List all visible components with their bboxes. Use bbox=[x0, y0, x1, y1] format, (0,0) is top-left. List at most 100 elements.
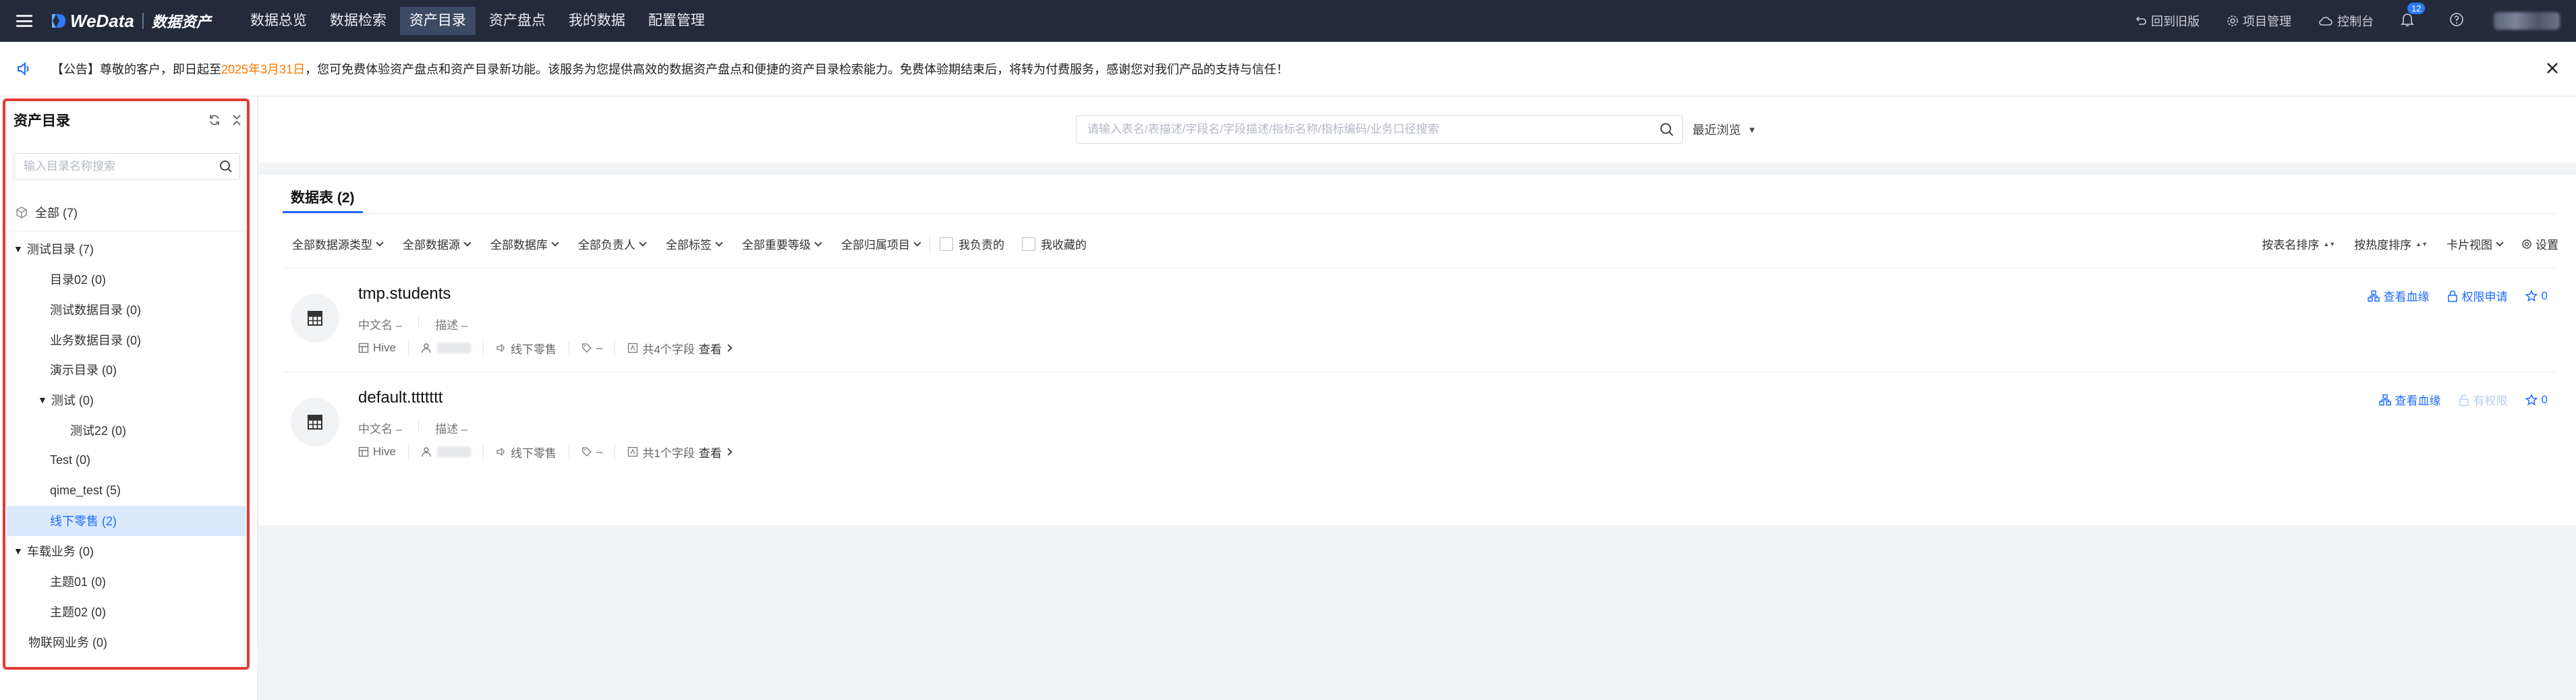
caret-down-icon[interactable]: ▼ bbox=[13, 546, 23, 556]
filter-importance[interactable]: 全部重要等级 bbox=[742, 235, 822, 252]
table-name-link[interactable]: tmp.students bbox=[358, 285, 451, 303]
tree-item-test22[interactable]: 测试22 (0) bbox=[7, 415, 247, 446]
back-to-old-version-label: 回到旧版 bbox=[2151, 15, 2200, 28]
filter-tags[interactable]: 全部标签 bbox=[666, 235, 723, 252]
view-lineage-button[interactable]: 查看血缘 bbox=[2367, 287, 2430, 304]
datasource-meta: Hive bbox=[358, 341, 409, 355]
owner-meta bbox=[421, 341, 484, 355]
checkbox-my-responsible[interactable]: 我负责的 bbox=[940, 235, 1004, 252]
announcement-suffix: ，您可免费体验资产盘点和资产目录新功能。该服务为您提供高效的数据资产盘点和便捷的… bbox=[305, 63, 1289, 76]
tree-item-qime-test[interactable]: qime_test (5) bbox=[7, 475, 247, 506]
tree-item-iot-business[interactable]: 物联网业务 (0) bbox=[7, 626, 247, 657]
field-icon bbox=[628, 446, 638, 457]
unlock-icon bbox=[2459, 394, 2469, 406]
table-card[interactable]: default.ttttttt 中文名 – 描述 – Hive 线下零售 – 共… bbox=[283, 372, 2556, 474]
caret-down-icon[interactable]: ▼ bbox=[13, 243, 23, 254]
tree-item-test[interactable]: ▼ 测试 (0) bbox=[7, 385, 247, 415]
tree-item-label: 测试22 (0) bbox=[70, 424, 127, 438]
tree-item-catalog02[interactable]: 目录02 (0) bbox=[7, 264, 247, 295]
announcement-prefix: 【公告】尊敬的客户，即日起至 bbox=[51, 63, 221, 76]
project-management-link[interactable]: 项目管理 bbox=[2227, 12, 2291, 30]
tree-item-demo-catalog[interactable]: 演示目录 (0) bbox=[7, 355, 247, 385]
tree-item-test-data-catalog[interactable]: 测试数据目录 (0) bbox=[7, 294, 247, 324]
nav-item-asset-catalog[interactable]: 资产目录 bbox=[399, 7, 476, 35]
catalog-meta: 线下零售 bbox=[496, 341, 570, 356]
tree-item-all[interactable]: 全部 (7) bbox=[7, 198, 247, 228]
nav-item-asset-inventory[interactable]: 资产盘点 bbox=[480, 7, 555, 35]
search-icon[interactable] bbox=[219, 160, 233, 173]
settings-button[interactable]: 设置 bbox=[2521, 235, 2558, 252]
tree-item-label: qime_test (5) bbox=[50, 484, 121, 498]
tree-item-vehicle-business[interactable]: ▼ 车载业务 (0) bbox=[7, 536, 247, 566]
filter-label: 全部归属项目 bbox=[841, 239, 910, 252]
console-link[interactable]: 控制台 bbox=[2318, 12, 2374, 30]
recent-browse-dropdown[interactable]: 最近浏览 ▼ bbox=[1692, 121, 1756, 138]
catalog-name: 线下零售 bbox=[511, 446, 557, 460]
tree-item-label: 主题01 (0) bbox=[50, 575, 107, 589]
tree-item-label: 测试目录 (7) bbox=[26, 243, 94, 257]
help-button[interactable] bbox=[2449, 12, 2464, 30]
permission-request-button[interactable]: 权限申请 bbox=[2447, 287, 2508, 304]
refresh-icon[interactable] bbox=[208, 113, 221, 127]
view-mode-dropdown[interactable]: 卡片视图 bbox=[2446, 235, 2504, 252]
filter-owner[interactable]: 全部负责人 bbox=[578, 235, 647, 252]
nav-item-overview[interactable]: 数据总览 bbox=[241, 7, 316, 35]
view-lineage-button[interactable]: 查看血缘 bbox=[2378, 391, 2441, 408]
checkbox-box[interactable] bbox=[1022, 237, 1035, 251]
nav-item-my-data[interactable]: 我的数据 bbox=[559, 7, 635, 35]
view-fields-link[interactable]: 查看 bbox=[699, 340, 733, 357]
tree-item-offline-retail[interactable]: 线下零售 (2) bbox=[7, 505, 247, 536]
tree-item-label: 测试数据目录 (0) bbox=[50, 303, 141, 317]
filter-project[interactable]: 全部归属项目 bbox=[841, 235, 921, 252]
owner-meta bbox=[421, 445, 484, 459]
table-attributes-row: Hive 线下零售 – 共4个字段 查看 bbox=[358, 340, 755, 357]
result-tabs: 数据表 (2) bbox=[283, 187, 363, 214]
hive-icon bbox=[358, 446, 369, 457]
star-icon bbox=[2525, 289, 2538, 301]
table-card[interactable]: tmp.students 中文名 – 描述 – Hive 线下零售 – 共4个字… bbox=[283, 268, 2556, 370]
table-name-link[interactable]: default.ttttttt bbox=[358, 388, 442, 407]
tree-item-test-catalog[interactable]: ▼ 测试目录 (7) bbox=[7, 234, 247, 264]
filter-datasource[interactable]: 全部数据源 bbox=[403, 235, 471, 252]
sort-by-name-button[interactable]: 按表名排序 ▲▼ bbox=[2262, 235, 2335, 252]
collapse-all-icon[interactable] bbox=[231, 113, 243, 127]
caret-down-icon[interactable]: ▼ bbox=[38, 395, 47, 405]
caret-down-icon: ▼ bbox=[1748, 124, 1756, 135]
sort-by-popularity-button[interactable]: 按热度排序 ▲▼ bbox=[2354, 235, 2428, 252]
sort-view-controls: 按表名排序 ▲▼ 按热度排序 ▲▼ 卡片视图 设置 bbox=[2262, 235, 2558, 252]
asset-search-input[interactable] bbox=[1077, 117, 1659, 142]
product-logo[interactable]: WeData 数据资产 bbox=[50, 10, 211, 32]
filter-database[interactable]: 全部数据库 bbox=[490, 235, 559, 252]
search-icon[interactable] bbox=[1659, 122, 1674, 137]
filter-divider bbox=[929, 235, 930, 252]
nav-item-search[interactable]: 数据检索 bbox=[320, 7, 396, 35]
tree-item-theme02[interactable]: 主题02 (0) bbox=[7, 596, 247, 626]
favorite-button[interactable]: 0 bbox=[2525, 393, 2548, 407]
close-icon[interactable] bbox=[2545, 61, 2560, 76]
checkbox-box[interactable] bbox=[940, 237, 953, 251]
tree-item-business-data-catalog[interactable]: 业务数据目录 (0) bbox=[7, 324, 247, 355]
divider bbox=[418, 421, 420, 433]
checkbox-my-favorites[interactable]: 我收藏的 bbox=[1022, 235, 1087, 252]
filter-datasource-type[interactable]: 全部数据源类型 bbox=[292, 235, 384, 252]
divider bbox=[418, 317, 420, 329]
description: 描述 – bbox=[435, 423, 468, 436]
main-nav: 数据总览 数据检索 资产目录 资产盘点 我的数据 配置管理 bbox=[241, 0, 718, 42]
tree-item-label: 主题02 (0) bbox=[50, 605, 107, 619]
cube-icon bbox=[16, 206, 27, 219]
menu-icon[interactable] bbox=[16, 15, 32, 27]
tree-item-theme01[interactable]: 主题01 (0) bbox=[7, 566, 247, 597]
user-account-avatar[interactable] bbox=[2494, 12, 2560, 30]
tree-item-test-en[interactable]: Test (0) bbox=[7, 445, 247, 475]
has-permission-label: 有权限 bbox=[2473, 395, 2508, 407]
catalog-search-input[interactable] bbox=[14, 154, 219, 179]
notification-button[interactable]: 12 bbox=[2401, 2, 2426, 30]
tab-data-tables[interactable]: 数据表 (2) bbox=[283, 187, 363, 214]
datasource-type: Hive bbox=[373, 341, 397, 354]
nav-item-config[interactable]: 配置管理 bbox=[639, 7, 714, 35]
favorite-button[interactable]: 0 bbox=[2525, 289, 2548, 303]
back-to-old-version-link[interactable]: 回到旧版 bbox=[2135, 12, 2200, 30]
chevron-down-icon bbox=[715, 238, 723, 247]
filter-label: 全部标签 bbox=[666, 239, 712, 252]
view-fields-link[interactable]: 查看 bbox=[699, 444, 733, 461]
